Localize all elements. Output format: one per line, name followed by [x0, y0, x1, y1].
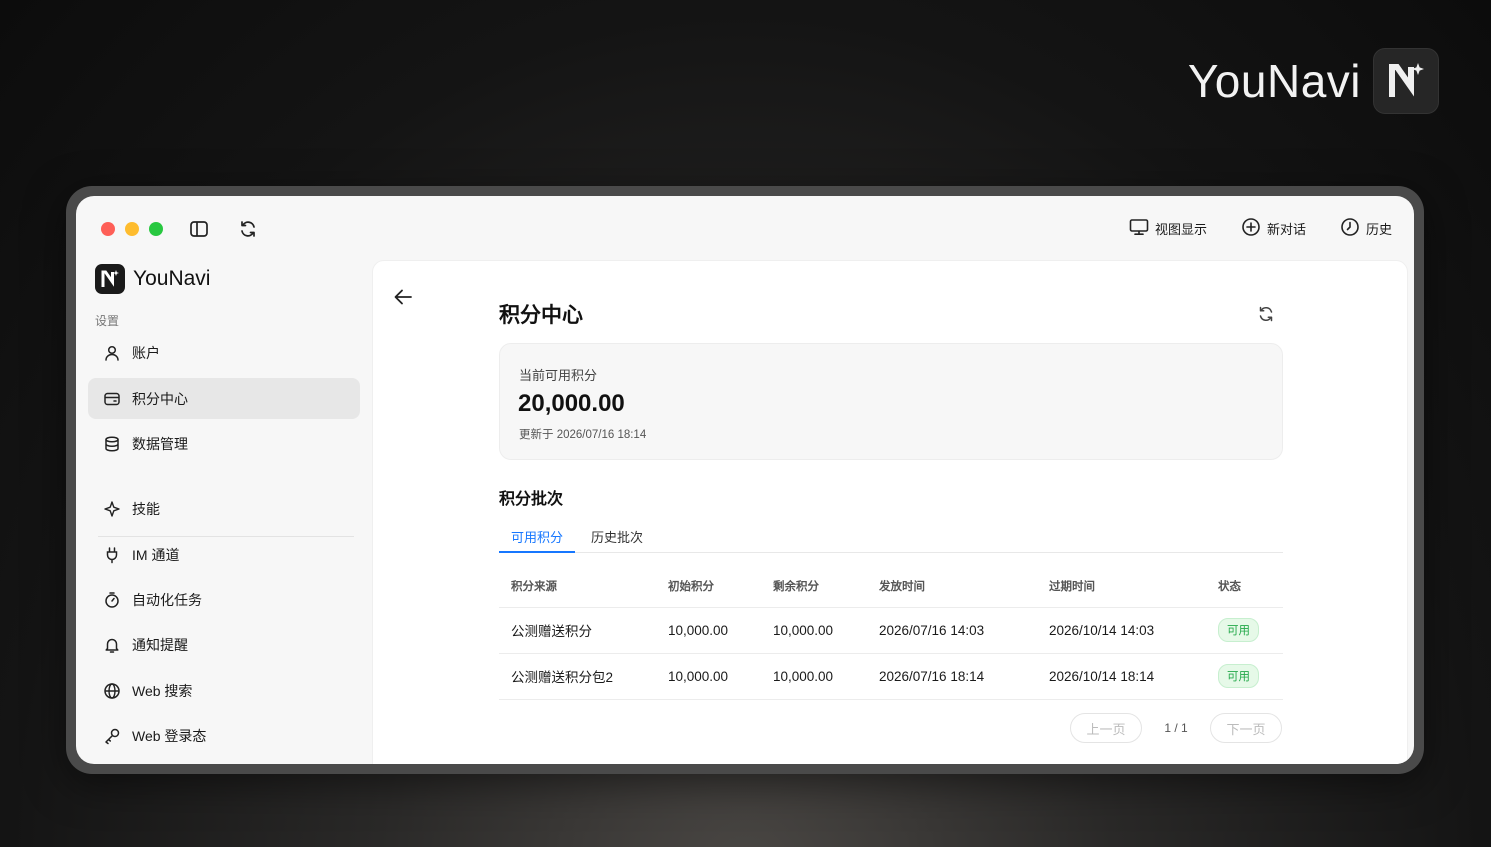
cell-expires: 2026/10/14 14:03 — [1037, 607, 1206, 654]
refresh-balance-icon[interactable] — [1255, 303, 1277, 325]
main-panel: 积分中心 当前可用积分 20,000.00 更新于 2026/07/16 18:… — [372, 260, 1408, 764]
page-title: 积分中心 — [499, 304, 583, 327]
backdrop-brand: YouNavi — [1188, 48, 1439, 114]
sidebar-section-label: 设置 — [95, 314, 120, 328]
close-window-button[interactable] — [101, 222, 115, 236]
cell-source: 公测赠送积分 — [499, 607, 656, 654]
cell-initial: 10,000.00 — [656, 653, 761, 700]
history-label: 历史 — [1365, 222, 1392, 237]
sidebar-item-skills[interactable]: 技能 — [88, 488, 360, 529]
top-actions: 视图显示 新对话 历史 — [1129, 217, 1392, 240]
sidebar-item-label: 技能 — [132, 500, 160, 517]
wallet-icon — [102, 389, 122, 409]
batch-tabs: 可用积分 历史批次 — [499, 521, 1283, 553]
cell-status: 可用 — [1206, 653, 1283, 700]
cell-expires: 2026/10/14 18:14 — [1037, 653, 1206, 700]
sidebar-item-label: 数据管理 — [132, 435, 188, 452]
batches-table: 积分来源 初始积分 剩余积分 发放时间 过期时间 状态 公测赠送积分 10,00… — [499, 565, 1283, 700]
column-header: 状态 — [1206, 565, 1283, 608]
new-chat-button[interactable]: 新对话 — [1241, 217, 1306, 240]
younavi-n-sparkle-icon — [1373, 48, 1439, 114]
page-indicator: 1 / 1 — [1164, 721, 1188, 735]
cell-source: 公测赠送积分包2 — [499, 653, 656, 700]
sidebar-item-data-management[interactable]: 数据管理 — [88, 423, 360, 464]
batches-title: 积分批次 — [499, 491, 564, 508]
sidebar-brand: YouNavi — [95, 264, 210, 294]
sidebar-item-notifications[interactable]: 通知提醒 — [88, 624, 360, 665]
app-window: 视图显示 新对话 历史 YouNavi 设置 账户 积分中心 数据管理 技能 I… — [76, 196, 1414, 764]
key-icon — [102, 726, 122, 746]
column-header: 过期时间 — [1037, 565, 1206, 608]
globe-icon — [102, 681, 122, 701]
column-header: 剩余积分 — [761, 565, 867, 608]
column-header: 初始积分 — [656, 565, 761, 608]
sidebar-item-label: IM 通道 — [132, 546, 180, 563]
status-badge: 可用 — [1218, 618, 1259, 642]
cell-initial: 10,000.00 — [656, 607, 761, 654]
clock-icon — [1340, 217, 1360, 240]
balance-value: 20,000.00 — [518, 390, 625, 417]
balance-updated-time: 更新于 2026/07/16 18:14 — [519, 429, 647, 441]
sidebar-item-label: 账户 — [132, 344, 160, 361]
sidebar-item-web-search[interactable]: Web 搜索 — [88, 670, 360, 711]
column-header: 发放时间 — [867, 565, 1037, 608]
balance-card: 当前可用积分 20,000.00 更新于 2026/07/16 18:14 — [499, 343, 1283, 460]
sidebar-item-points-center[interactable]: 积分中心 — [88, 378, 360, 419]
sidebar-item-label: 自动化任务 — [132, 591, 202, 608]
sidebar-item-web-login[interactable]: Web 登录态 — [88, 715, 360, 756]
backdrop-brand-name: YouNavi — [1187, 55, 1361, 107]
tab-available-points[interactable]: 可用积分 — [499, 527, 576, 553]
user-icon — [102, 343, 122, 363]
database-icon — [102, 434, 122, 454]
refresh-icon[interactable] — [237, 218, 259, 240]
timer-icon — [102, 590, 122, 610]
balance-label: 当前可用积分 — [519, 368, 598, 383]
window-controls — [101, 222, 163, 236]
new-chat-label: 新对话 — [1266, 222, 1306, 237]
table-row: 公测赠送积分 10,000.00 10,000.00 2026/07/16 14… — [499, 607, 1283, 654]
maximize-window-button[interactable] — [149, 222, 163, 236]
sidebar: YouNavi 设置 账户 积分中心 数据管理 技能 IM 通道 自动化任务 通… — [76, 256, 371, 764]
prev-page-button[interactable]: 上一页 — [1070, 713, 1142, 743]
sidebar-item-label: 通知提醒 — [132, 636, 188, 653]
next-page-button[interactable]: 下一页 — [1210, 713, 1282, 743]
history-button[interactable]: 历史 — [1340, 217, 1392, 240]
plug-icon — [102, 545, 122, 565]
sidebar-item-account[interactable]: 账户 — [88, 332, 360, 373]
sidebar-item-label: Web 搜索 — [132, 682, 193, 699]
view-display-label: 视图显示 — [1154, 222, 1207, 237]
table-header-row: 积分来源 初始积分 剩余积分 发放时间 过期时间 状态 — [499, 565, 1283, 608]
sidebar-item-label: Web 登录态 — [132, 727, 207, 744]
cell-status: 可用 — [1206, 607, 1283, 654]
column-header: 积分来源 — [499, 565, 656, 608]
back-arrow-icon[interactable] — [391, 285, 415, 309]
plus-circle-icon — [1241, 217, 1261, 240]
cell-remaining: 10,000.00 — [761, 607, 867, 654]
minimize-window-button[interactable] — [125, 222, 139, 236]
sidebar-item-label: 积分中心 — [132, 390, 188, 407]
monitor-icon — [1129, 218, 1149, 239]
tab-history-batches[interactable]: 历史批次 — [579, 527, 655, 553]
view-display-button[interactable]: 视图显示 — [1129, 218, 1207, 239]
sidebar-item-automation[interactable]: 自动化任务 — [88, 579, 360, 620]
table-row: 公测赠送积分包2 10,000.00 10,000.00 2026/07/16 … — [499, 653, 1283, 700]
cell-issued: 2026/07/16 14:03 — [867, 607, 1037, 654]
sidebar-toggle-icon[interactable] — [188, 218, 210, 240]
sidebar-item-im-channel[interactable]: IM 通道 — [88, 534, 360, 575]
cell-remaining: 10,000.00 — [761, 653, 867, 700]
bell-icon — [102, 635, 122, 655]
status-badge: 可用 — [1218, 664, 1259, 688]
pagination: 上一页 1 / 1 下一页 — [1070, 713, 1282, 743]
cell-issued: 2026/07/16 18:14 — [867, 653, 1037, 700]
younavi-logo-icon — [95, 264, 125, 294]
sparkle-icon — [102, 499, 122, 519]
sidebar-brand-name: YouNavi — [133, 267, 211, 290]
